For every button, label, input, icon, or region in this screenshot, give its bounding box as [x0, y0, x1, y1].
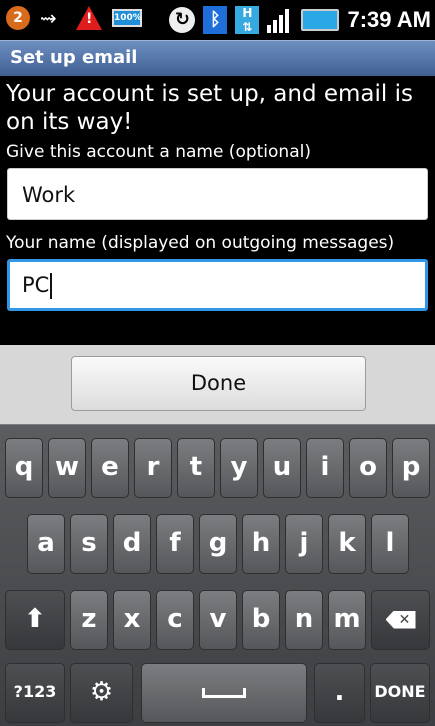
soft-keyboard: q w e r t y u i o p a s d f g h j k l ⬆ …: [0, 424, 435, 726]
account-name-label: Give this account a name (optional): [6, 142, 311, 162]
action-bar: Done: [0, 345, 435, 424]
your-name-label: Your name (displayed on outgoing message…: [6, 233, 395, 253]
key-z[interactable]: z: [70, 590, 108, 650]
symbols-key[interactable]: ?123: [5, 663, 65, 723]
space-icon: [202, 687, 246, 698]
done-key[interactable]: DONE: [370, 663, 430, 723]
battery-icon: [301, 9, 340, 31]
backspace-icon: ✕: [385, 610, 416, 629]
key-m[interactable]: m: [328, 590, 366, 650]
settings-key[interactable]: ⚙: [70, 663, 133, 723]
key-c[interactable]: c: [156, 590, 194, 650]
account-name-value: Work: [22, 183, 76, 207]
space-key[interactable]: [141, 663, 307, 723]
page-title: Set up email: [10, 47, 138, 68]
key-h[interactable]: h: [242, 514, 280, 574]
notification-icon: 2: [6, 6, 30, 30]
key-l[interactable]: l: [371, 514, 409, 574]
key-i[interactable]: i: [306, 438, 344, 498]
key-w[interactable]: w: [48, 438, 86, 498]
hspa-icon: H ⇅: [235, 6, 260, 34]
shift-key[interactable]: ⬆: [5, 590, 65, 650]
key-p[interactable]: p: [392, 438, 430, 498]
your-name-input[interactable]: PC: [7, 259, 428, 311]
key-b[interactable]: b: [242, 590, 280, 650]
key-v[interactable]: v: [199, 590, 237, 650]
key-o[interactable]: o: [349, 438, 387, 498]
clock: 7:39 AM: [347, 7, 431, 32]
key-a[interactable]: a: [27, 514, 65, 574]
usb-icon: ⇝: [40, 6, 57, 30]
warning-icon: !: [76, 6, 102, 30]
backspace-key[interactable]: ✕: [371, 590, 430, 650]
key-y[interactable]: y: [220, 438, 258, 498]
your-name-value: PC: [22, 273, 50, 297]
key-g[interactable]: g: [199, 514, 237, 574]
key-q[interactable]: q: [5, 438, 43, 498]
sync-icon: ↻: [169, 7, 196, 33]
signal-icon: [267, 7, 293, 33]
gear-icon: ⚙: [89, 677, 114, 707]
key-r[interactable]: r: [134, 438, 172, 498]
account-name-input[interactable]: Work: [7, 168, 428, 220]
key-u[interactable]: u: [263, 438, 301, 498]
battery-full-icon: 100%: [112, 9, 142, 27]
done-button[interactable]: Done: [71, 356, 366, 411]
key-n[interactable]: n: [285, 590, 323, 650]
setup-complete-message: Your account is set up, and email is on …: [6, 81, 413, 135]
key-k[interactable]: k: [328, 514, 366, 574]
key-j[interactable]: j: [285, 514, 323, 574]
key-f[interactable]: f: [156, 514, 194, 574]
bluetooth-icon: ᛒ: [203, 6, 228, 34]
key-s[interactable]: s: [70, 514, 108, 574]
setup-form: Your account is set up, and email is on …: [0, 76, 435, 338]
title-bar: Set up email: [0, 40, 435, 76]
period-key[interactable]: .: [314, 663, 365, 723]
key-d[interactable]: d: [113, 514, 151, 574]
shift-icon: ⬆: [24, 604, 46, 634]
status-bar: 2 ⇝ ! 100% ↻ ᛒ H ⇅ 7:39 AM: [0, 0, 435, 40]
text-cursor: [50, 273, 53, 299]
key-e[interactable]: e: [91, 438, 129, 498]
key-t[interactable]: t: [177, 438, 215, 498]
key-x[interactable]: x: [113, 590, 151, 650]
